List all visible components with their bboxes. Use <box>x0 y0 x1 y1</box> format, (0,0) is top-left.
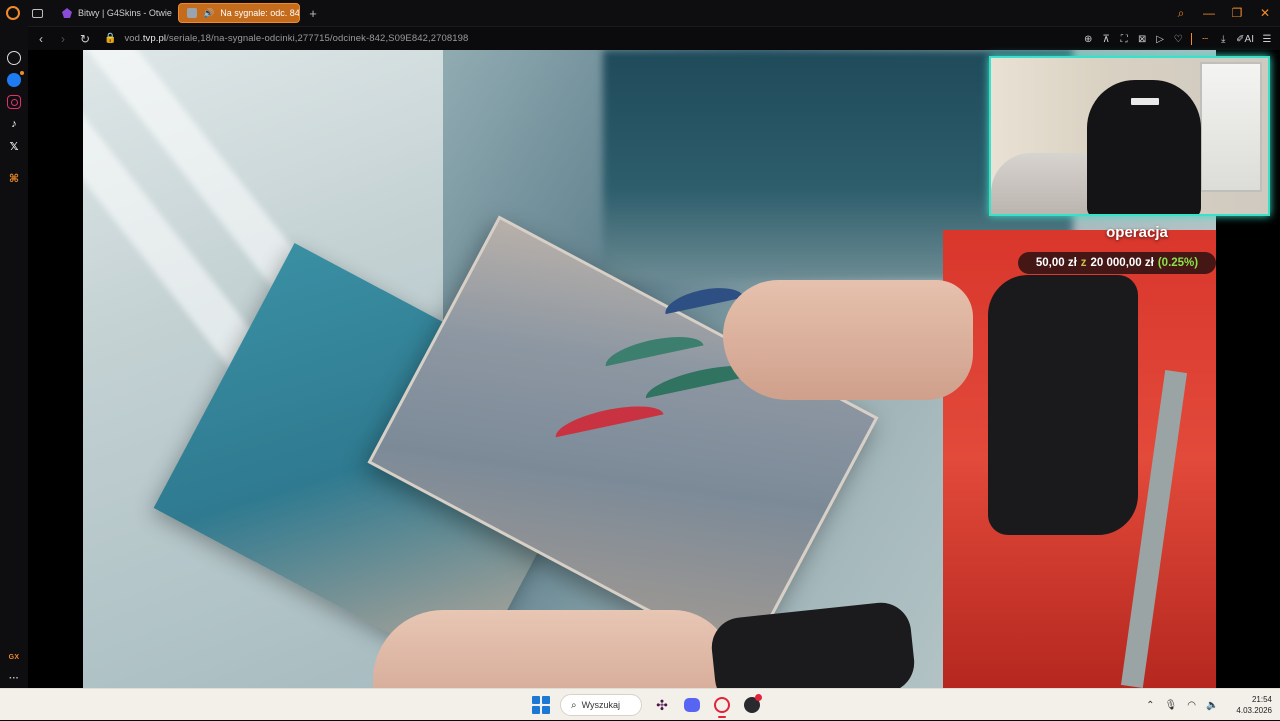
address-bar: ‹ › ↻ 🔒 vod.tvp.pl/seriale,18/na-sygnale… <box>28 26 1280 50</box>
video-jacket-sleeve <box>988 275 1138 535</box>
clock-date: 4.03.2026 <box>1236 706 1272 715</box>
forward-button[interactable]: › <box>54 32 72 46</box>
tab-islands-icon <box>31 8 43 18</box>
url-field[interactable]: vod.tvp.pl/seriale,18/na-sygnale-odcinki… <box>124 33 468 44</box>
speaker-icon[interactable]: 🔊 <box>203 8 214 19</box>
reload-button[interactable]: ↻ <box>76 32 94 46</box>
chatgpt-icon[interactable] <box>7 51 21 65</box>
lock-icon[interactable]: 🔒 <box>104 33 116 44</box>
messenger-icon[interactable] <box>7 71 24 87</box>
tab-label: Bitwy | G4Skins - Otwieraj <box>78 8 172 18</box>
divider <box>1191 33 1193 45</box>
instagram-icon[interactable] <box>7 95 21 109</box>
microphone-icon[interactable]: 🎙 <box>1165 700 1178 711</box>
gx-control-button[interactable]: GX <box>7 650 21 664</box>
goal-current: 50,00 zł <box>1035 257 1077 269</box>
goal-percent: (0.25%) <box>1157 257 1199 269</box>
chair-logo <box>1131 98 1159 105</box>
adblock-icon[interactable]: ⊠ <box>1137 34 1147 45</box>
close-button[interactable]: ✕ <box>1258 6 1272 20</box>
goal-title: operacja <box>1106 224 1168 241</box>
download-icon[interactable]: ⤓ <box>1218 34 1228 45</box>
video-hand <box>723 280 973 400</box>
play-icon[interactable]: ▷ <box>1155 34 1165 45</box>
chevron-up-icon[interactable]: ⌃ <box>1146 700 1154 711</box>
g4skins-icon <box>62 8 72 18</box>
ai-button[interactable]: ✐AI <box>1236 34 1254 45</box>
address-bar-actions: ⊕ ⊼ ⛶ ⊠ ▷ ♡ ┄ ⤓ ✐AI ☰ <box>1083 27 1272 51</box>
windows-taskbar: ⌕ Wyszukaj ✣ ⌃ 🎙 ◠ 🔈 21:54 4.03.2026 <box>0 688 1280 720</box>
search-tabs-icon[interactable]: ⌕ <box>1174 6 1188 21</box>
tab-na-sygnale[interactable]: 🔊 Na sygnale: odc. 842 <box>178 3 300 23</box>
opera-gx-logo-icon <box>6 6 20 20</box>
goal-separator: z <box>1080 257 1087 269</box>
pinboard-icon[interactable]: ⌘ <box>7 171 21 185</box>
taskbar-search[interactable]: ⌕ Wyszukaj <box>560 694 642 716</box>
heart-icon[interactable]: ♡ <box>1173 34 1183 45</box>
clock-time: 21:54 <box>1251 695 1272 704</box>
extensions-icon[interactable]: ┄ <box>1200 34 1210 45</box>
clock[interactable]: 21:54 4.03.2026 <box>1236 694 1272 716</box>
back-button[interactable]: ‹ <box>32 32 50 46</box>
search-icon: ⌕ <box>571 699 577 711</box>
volume-icon[interactable]: 🔈 <box>1206 700 1218 711</box>
opera-gx-app-button[interactable] <box>712 695 732 718</box>
search-label: Wyszukaj <box>581 700 621 710</box>
snapshot-icon[interactable]: ⛶ <box>1119 34 1129 45</box>
minimize-button[interactable]: — <box>1202 6 1216 20</box>
sidebar: ♪ 𝕏 ⌘ GX ··· <box>0 26 28 688</box>
zoom-icon[interactable]: ⊕ <box>1083 34 1093 45</box>
goal-progress: 50,00 zł z 20 000,00 zł (0.25%) <box>1018 252 1216 274</box>
webcam-overlay <box>989 56 1270 216</box>
menu-icon[interactable]: ☰ <box>1262 34 1272 45</box>
tab-g4skins[interactable]: Bitwy | G4Skins - Otwieraj <box>54 3 172 23</box>
system-tray: ⌃ 🎙 ◠ 🔈 21:54 4.03.2026 <box>1146 689 1272 721</box>
steam-icon <box>744 697 760 713</box>
discord-icon <box>684 698 700 712</box>
webcam-window <box>1200 62 1262 192</box>
x-icon[interactable]: 𝕏 <box>7 139 21 153</box>
slack-icon: ✣ <box>656 696 668 713</box>
sidebar-more-button[interactable]: ··· <box>7 671 21 685</box>
tab-label: Na sygnale: odc. 842 <box>220 8 300 18</box>
tiktok-icon[interactable]: ♪ <box>7 117 21 131</box>
video-hand <box>373 610 733 688</box>
taskbar-apps: ⌕ Wyszukaj ✣ <box>532 693 762 718</box>
wifi-icon[interactable]: ◠ <box>1187 700 1196 711</box>
slack-app-button[interactable]: ✣ <box>652 695 672 715</box>
goal-target: 20 000,00 zł <box>1090 257 1154 269</box>
new-tab-button[interactable]: + <box>306 6 320 21</box>
tab-islands-button[interactable] <box>26 0 48 26</box>
steam-app-button[interactable] <box>742 695 762 715</box>
opera-gx-menu-button[interactable] <box>0 0 26 26</box>
window-controls: ⌕ — ❐ ✕ <box>1174 0 1272 26</box>
pin-icon[interactable]: ⊼ <box>1101 34 1111 45</box>
tab-bar: Bitwy | G4Skins - Otwieraj 🔊 Na sygnale:… <box>0 0 1280 26</box>
tvp-icon <box>187 8 197 18</box>
windows-start-icon[interactable] <box>532 696 550 714</box>
restore-button[interactable]: ❐ <box>1230 6 1244 20</box>
opera-gx-icon <box>714 697 730 713</box>
discord-app-button[interactable] <box>682 695 702 715</box>
